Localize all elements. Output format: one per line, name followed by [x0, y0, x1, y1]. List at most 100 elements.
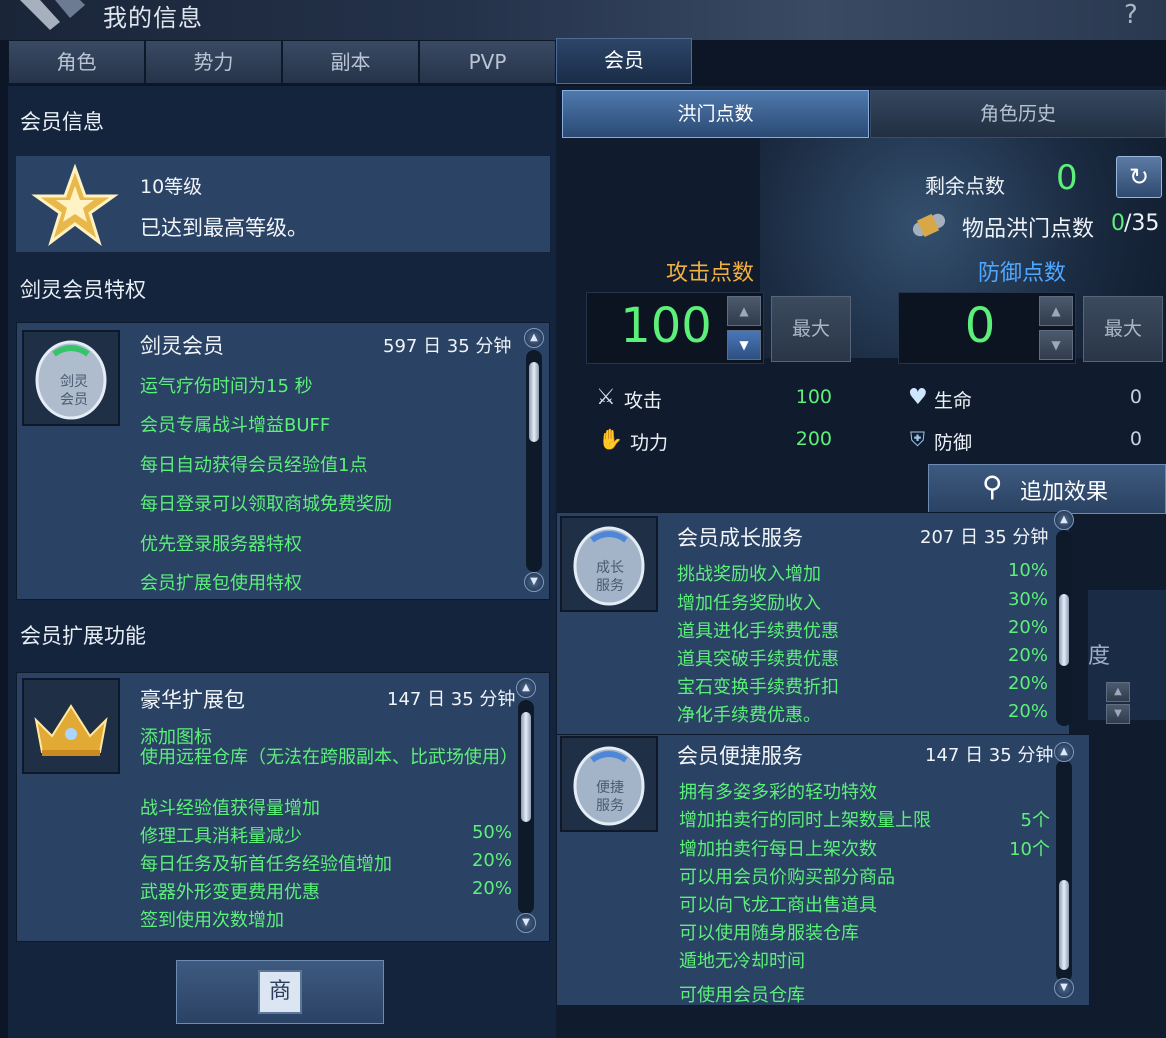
privilege-line: 会员扩展包使用特权	[140, 573, 302, 594]
add-effect-label: 追加效果	[1020, 480, 1109, 505]
heart-icon: ♥	[908, 385, 928, 410]
extension-pct: 20%	[471, 878, 512, 899]
growth-line: 增加任务奖励收入	[677, 593, 821, 614]
extension-name: 豪华扩展包	[140, 688, 245, 712]
extension-time: 147 日 35 分钟	[387, 689, 516, 710]
attack-increase-icon[interactable]: ▲	[727, 296, 761, 326]
shop-icon[interactable]: 商	[258, 970, 302, 1014]
scroll-up-icon[interactable]: ▲	[524, 328, 544, 348]
growth-pct: 20%	[1007, 673, 1048, 694]
power-stat-value: 200	[795, 428, 832, 450]
growth-pct: 10%	[1007, 560, 1048, 581]
extension-line: 武器外形变更费用优惠	[140, 882, 320, 903]
life-stat-label: 生命	[934, 390, 973, 412]
scroll-down-icon[interactable]: ▼	[1054, 978, 1074, 998]
attack-points-title: 攻击点数	[666, 261, 755, 286]
down-arrow-icon[interactable]: ▼	[1106, 704, 1130, 724]
extension-pct: 20%	[471, 850, 512, 871]
window-title: 我的信息	[103, 4, 203, 32]
search-icon: ⚲	[982, 470, 1003, 503]
scroll-thumb[interactable]	[529, 362, 539, 442]
extension-line: 战斗经验值获得量增加	[140, 798, 320, 819]
sword-icon: ⚔	[596, 385, 616, 410]
growth-pct: 20%	[1007, 645, 1048, 666]
life-stat-value: 0	[1129, 386, 1142, 408]
tab-dungeon[interactable]: 副本	[282, 40, 419, 84]
growth-line: 道具进化手续费优惠	[677, 621, 839, 642]
growth-pct: 30%	[1007, 589, 1048, 610]
convenience-name: 会员便捷服务	[677, 744, 803, 768]
tab-faction[interactable]: 势力	[145, 40, 282, 84]
scroll-item-icon	[906, 204, 952, 246]
scroll-up-icon[interactable]: ▲	[1054, 510, 1074, 530]
tab-membership[interactable]: 会员	[556, 38, 692, 84]
remaining-points-label: 剩余点数	[925, 174, 1005, 198]
tab-pvp[interactable]: PVP	[419, 40, 556, 84]
extension-line: 每日任务及斩首任务经验值增加	[140, 854, 392, 875]
attack-decrease-icon[interactable]: ▼	[727, 330, 761, 360]
privilege-line: 运气疗伤时间为15 秒	[140, 376, 313, 397]
scroll-down-icon[interactable]: ▼	[524, 572, 544, 592]
defense-decrease-icon[interactable]: ▼	[1039, 330, 1073, 360]
level-label: 10等级	[140, 176, 203, 198]
growth-line: 挑战奖励收入增加	[677, 564, 821, 585]
convenience-line: 拥有多姿多彩的轻功特效	[679, 782, 877, 803]
level-star-icon	[30, 160, 120, 248]
extension-line: 添加图标	[140, 727, 212, 748]
defense-max-button[interactable]: 最大	[1083, 296, 1163, 362]
power-icon: ✋	[598, 427, 623, 451]
extension-line: 修理工具消耗量减少	[140, 826, 302, 847]
growth-line: 宝石变换手续费折扣	[677, 677, 839, 698]
extension-title: 会员扩展功能	[20, 624, 146, 648]
extension-pct: 50%	[471, 822, 512, 843]
convenience-line: 遁地无冷却时间	[679, 951, 805, 972]
reset-icon[interactable]: ↻	[1116, 156, 1162, 198]
defense-points-value: 0	[964, 298, 996, 354]
privilege-line: 每日登录可以领取商城免费奖励	[140, 494, 392, 515]
tab-character[interactable]: 角色	[8, 40, 145, 84]
subtab-character-history[interactable]: 角色历史	[870, 90, 1166, 138]
item-points-value: 0	[1111, 211, 1125, 236]
svg-text:服务: 服务	[596, 578, 624, 594]
scroll-down-icon[interactable]: ▼	[516, 913, 536, 933]
growth-name: 会员成长服务	[677, 526, 803, 550]
help-icon[interactable]: ?	[1124, 0, 1138, 30]
convenience-badge-icon: 便捷 服务	[560, 736, 658, 832]
attack-stat-label: 攻击	[624, 390, 663, 412]
growth-time: 207 日 35 分钟	[920, 527, 1049, 548]
remaining-points-value: 0	[1056, 158, 1078, 198]
scroll-up-icon[interactable]: ▲	[1054, 742, 1074, 762]
privilege-name: 剑灵会员	[140, 334, 224, 358]
shield-icon: ⛨	[910, 427, 925, 451]
convenience-line: 可使用会员仓库	[679, 985, 805, 1006]
defense-increase-icon[interactable]: ▲	[1039, 296, 1073, 326]
svg-text:服务: 服务	[596, 798, 624, 814]
svg-text:会员: 会员	[60, 392, 88, 408]
growth-line: 净化手续费优惠。	[677, 705, 821, 726]
svg-text:成长: 成长	[596, 560, 624, 576]
growth-badge-icon: 成长 服务	[560, 516, 658, 612]
partial-text: 度	[1088, 644, 1111, 669]
scroll-thumb[interactable]	[1059, 880, 1069, 970]
subtab-hongmen-points[interactable]: 洪门点数	[562, 90, 869, 138]
crown-icon	[22, 678, 120, 774]
convenience-line: 增加拍卖行的同时上架数量上限	[679, 810, 931, 831]
extension-line: 使用远程仓库（无法在跨服副本、比武场使用）	[140, 747, 518, 768]
privilege-time: 597 日 35 分钟	[383, 336, 512, 357]
convenience-line: 增加拍卖行每日上架次数	[679, 839, 877, 860]
convenience-line: 可以使用随身服装仓库	[679, 923, 859, 944]
member-info-title: 会员信息	[20, 110, 104, 134]
privilege-line: 会员专属战斗增益BUFF	[140, 415, 331, 436]
scroll-thumb[interactable]	[521, 712, 531, 822]
scroll-up-icon[interactable]: ▲	[516, 678, 536, 698]
attack-max-button[interactable]: 最大	[771, 296, 851, 362]
item-points-label: 物品洪门点数	[962, 217, 1095, 242]
up-arrow-icon[interactable]: ▲	[1106, 682, 1130, 702]
scroll-thumb[interactable]	[1059, 594, 1069, 666]
growth-line: 道具突破手续费优惠	[677, 649, 839, 670]
privilege-line: 每日自动获得会员经验值1点	[140, 455, 368, 476]
privilege-line: 优先登录服务器特权	[140, 534, 302, 555]
defense-stat-value: 0	[1129, 428, 1142, 450]
item-points-max: /35	[1124, 211, 1160, 236]
attack-stat-value: 100	[795, 386, 832, 408]
